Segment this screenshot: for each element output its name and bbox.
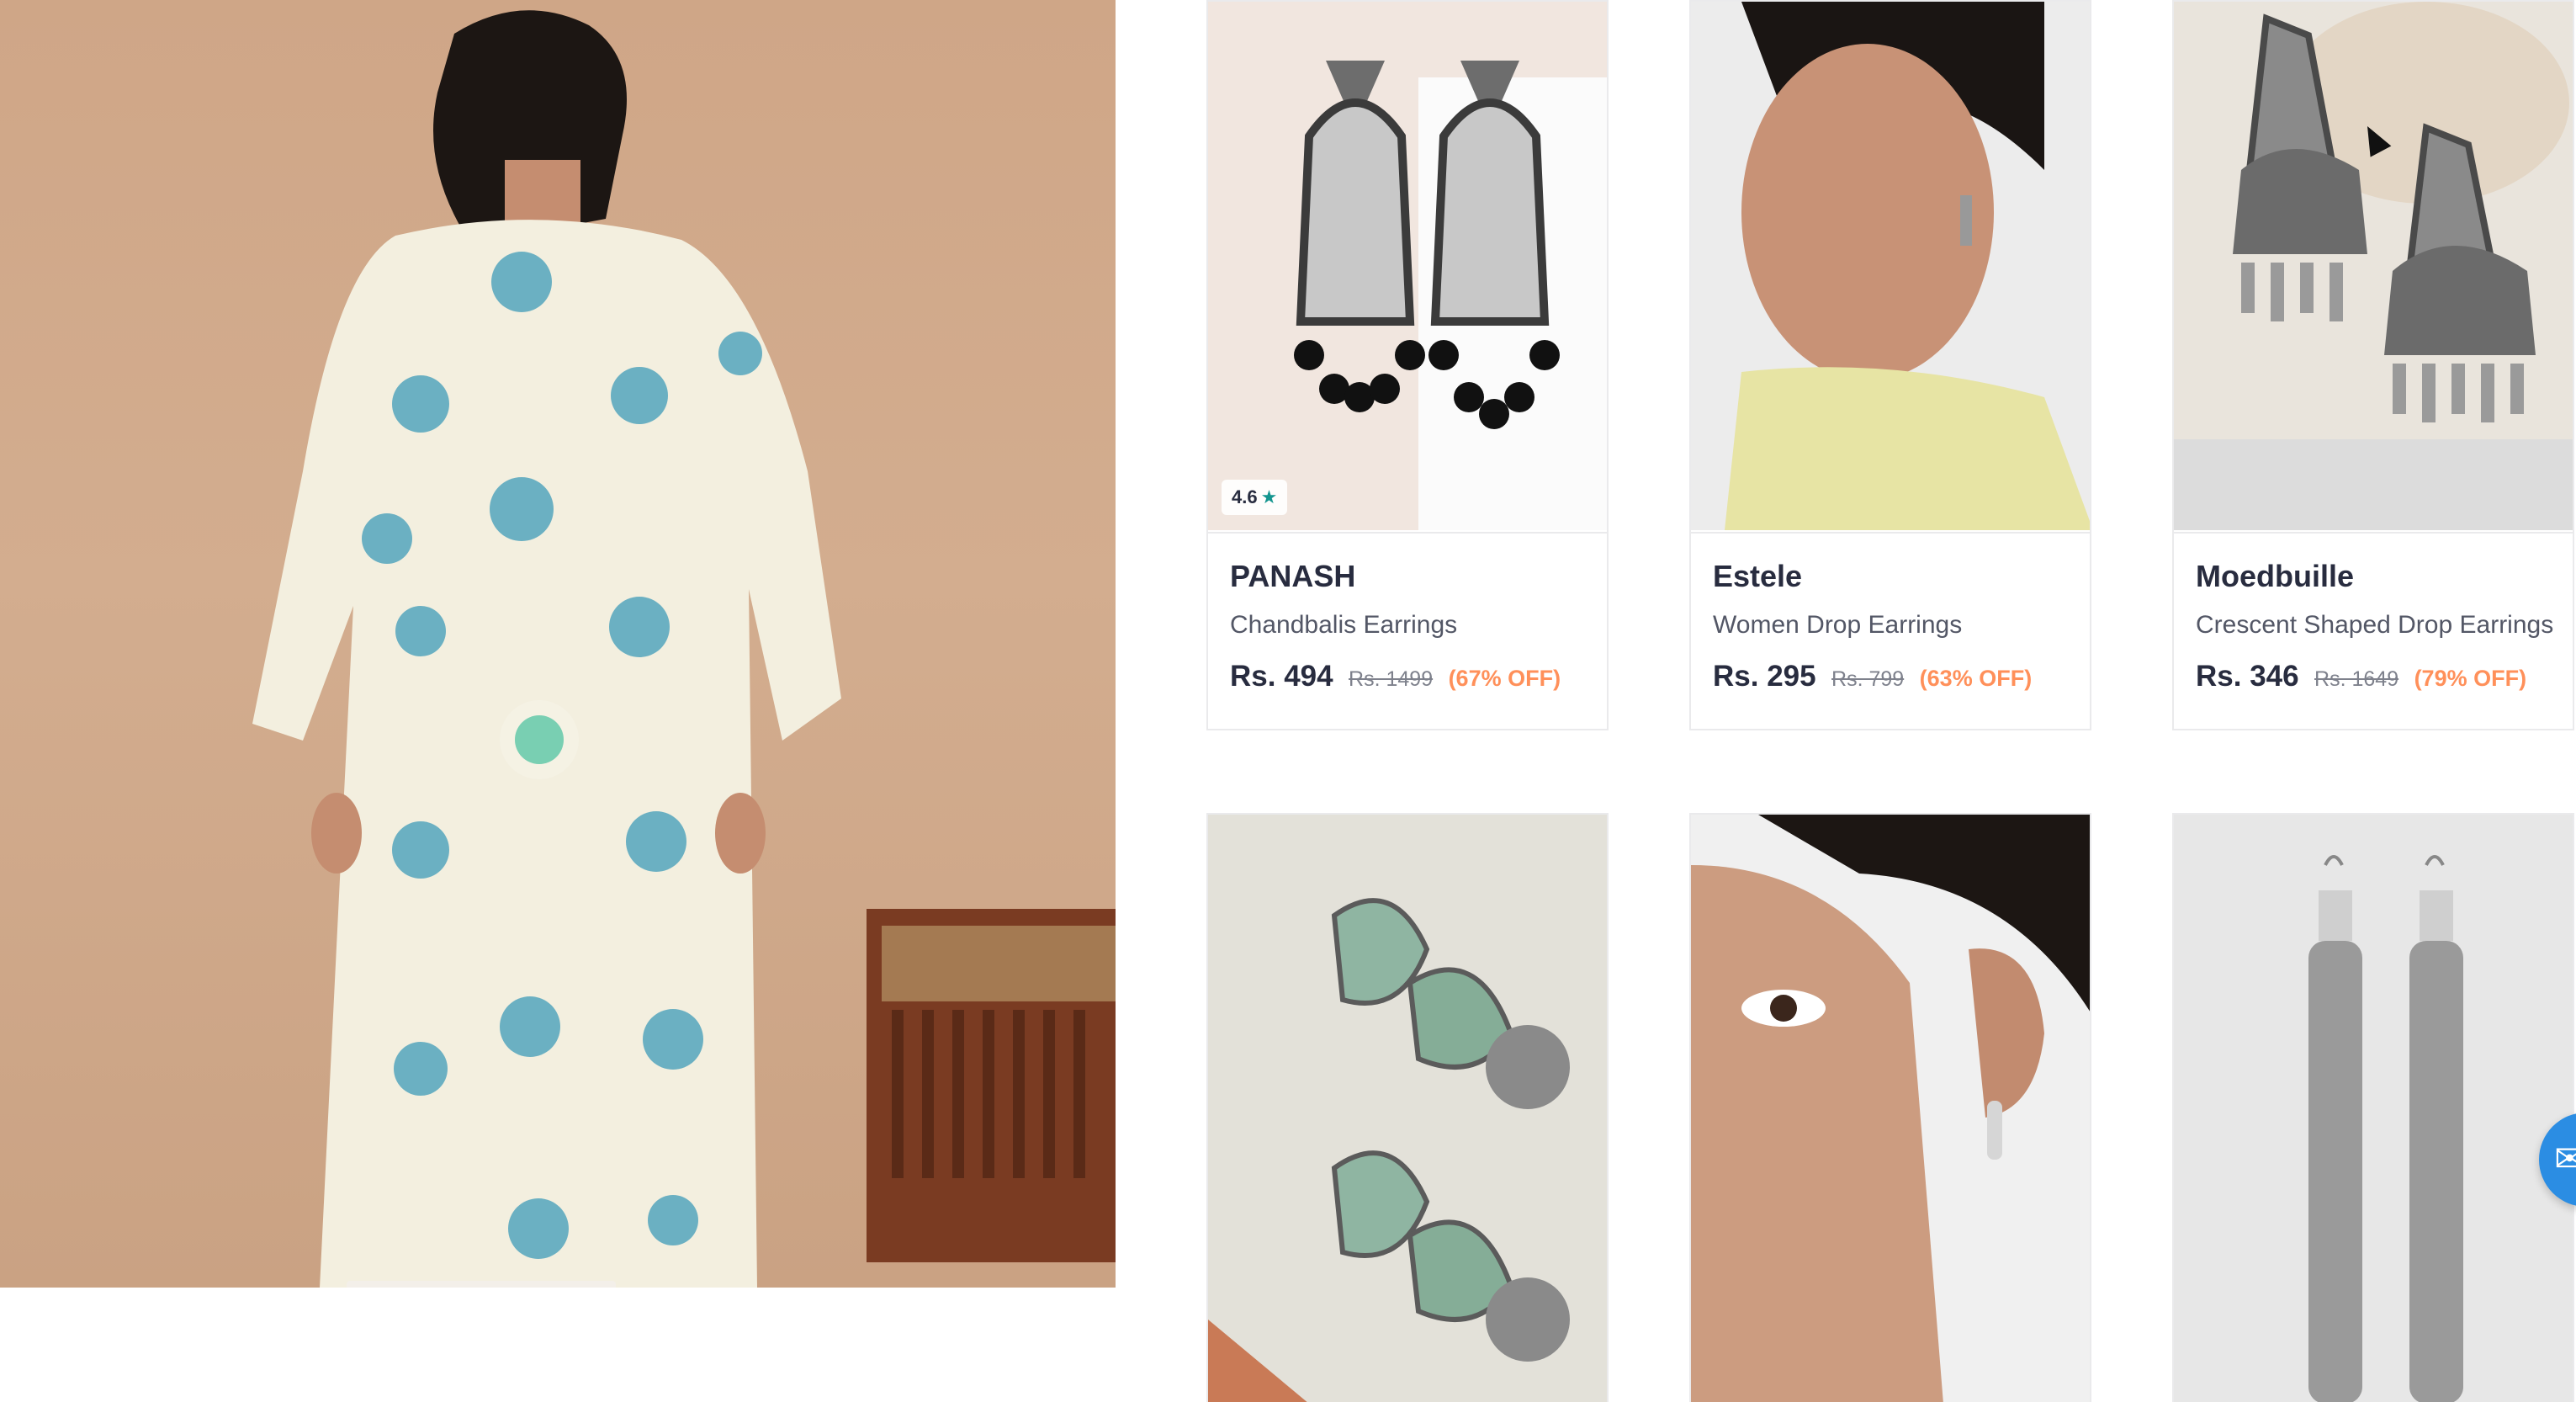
mrp-price: Rs. 1649 bbox=[2314, 667, 2399, 691]
product-image[interactable] bbox=[1691, 815, 2090, 1402]
product-card[interactable]: Moedbuille Crescent Shaped Drop Earrings… bbox=[2172, 0, 2574, 730]
product-name: Chandbalis Earrings bbox=[1230, 611, 1458, 639]
hero-illustration bbox=[252, 10, 1116, 1288]
product-info[interactable]: PANASH Chandbalis Earrings Rs. 494 Rs. 1… bbox=[1208, 532, 1607, 729]
product-brand: Moedbuille bbox=[2196, 559, 2354, 593]
product-image[interactable] bbox=[1691, 2, 2090, 530]
product-image[interactable] bbox=[1208, 815, 1607, 1402]
price-row: Rs. 346 Rs. 1649 (79% OFF) bbox=[2196, 660, 2526, 693]
chat-icon: ✉ bbox=[2554, 1139, 2576, 1180]
product-card[interactable] bbox=[1206, 813, 1609, 1402]
earrings-illustration bbox=[2174, 815, 2573, 1402]
image-progress-indicator bbox=[347, 1281, 616, 1288]
earrings-illustration bbox=[1208, 2, 1607, 530]
selling-price: Rs. 346 bbox=[2196, 660, 2299, 693]
product-image[interactable] bbox=[1208, 2, 1607, 530]
product-card[interactable] bbox=[2172, 813, 2574, 1402]
earrings-illustration bbox=[2174, 2, 2573, 530]
earrings-illustration bbox=[1208, 815, 1607, 1402]
product-info[interactable]: Estele Women Drop Earrings Rs. 295 Rs. 7… bbox=[1691, 532, 2090, 729]
rating-badge: 4.6 ★ bbox=[1222, 480, 1288, 515]
hotspot-marker[interactable] bbox=[515, 715, 564, 764]
mrp-price: Rs. 1499 bbox=[1349, 667, 1434, 691]
product-card[interactable] bbox=[1689, 813, 2091, 1402]
selling-price: Rs. 494 bbox=[1230, 660, 1333, 693]
discount-label: (67% OFF) bbox=[1448, 666, 1561, 691]
selling-price: Rs. 295 bbox=[1713, 660, 1816, 693]
model-illustration bbox=[1691, 815, 2090, 1402]
mrp-price: Rs. 799 bbox=[1831, 667, 1905, 691]
product-name: Crescent Shaped Drop Earrings bbox=[2196, 611, 2554, 639]
product-image[interactable] bbox=[2174, 815, 2573, 1402]
discount-label: (63% OFF) bbox=[1919, 666, 2033, 691]
star-icon: ★ bbox=[1260, 486, 1278, 507]
product-brand: Estele bbox=[1713, 559, 1803, 593]
product-card[interactable]: 4.6 ★ PANASH Chandbalis Earrings Rs. 494 … bbox=[1206, 0, 1609, 730]
product-info[interactable]: Moedbuille Crescent Shaped Drop Earrings… bbox=[2174, 532, 2573, 729]
product-name: Women Drop Earrings bbox=[1713, 611, 1963, 639]
product-brand: PANASH bbox=[1230, 559, 1356, 593]
discount-label: (79% OFF) bbox=[2414, 666, 2527, 691]
product-image[interactable] bbox=[2174, 2, 2573, 530]
model-illustration bbox=[1691, 2, 2090, 530]
hero-product-image[interactable] bbox=[0, 0, 1116, 1288]
price-row: Rs. 295 Rs. 799 (63% OFF) bbox=[1713, 660, 2032, 693]
price-row: Rs. 494 Rs. 1499 (67% OFF) bbox=[1230, 660, 1561, 693]
product-card[interactable]: Estele Women Drop Earrings Rs. 295 Rs. 7… bbox=[1689, 0, 2091, 730]
rating-value: 4.6 bbox=[1232, 486, 1258, 507]
